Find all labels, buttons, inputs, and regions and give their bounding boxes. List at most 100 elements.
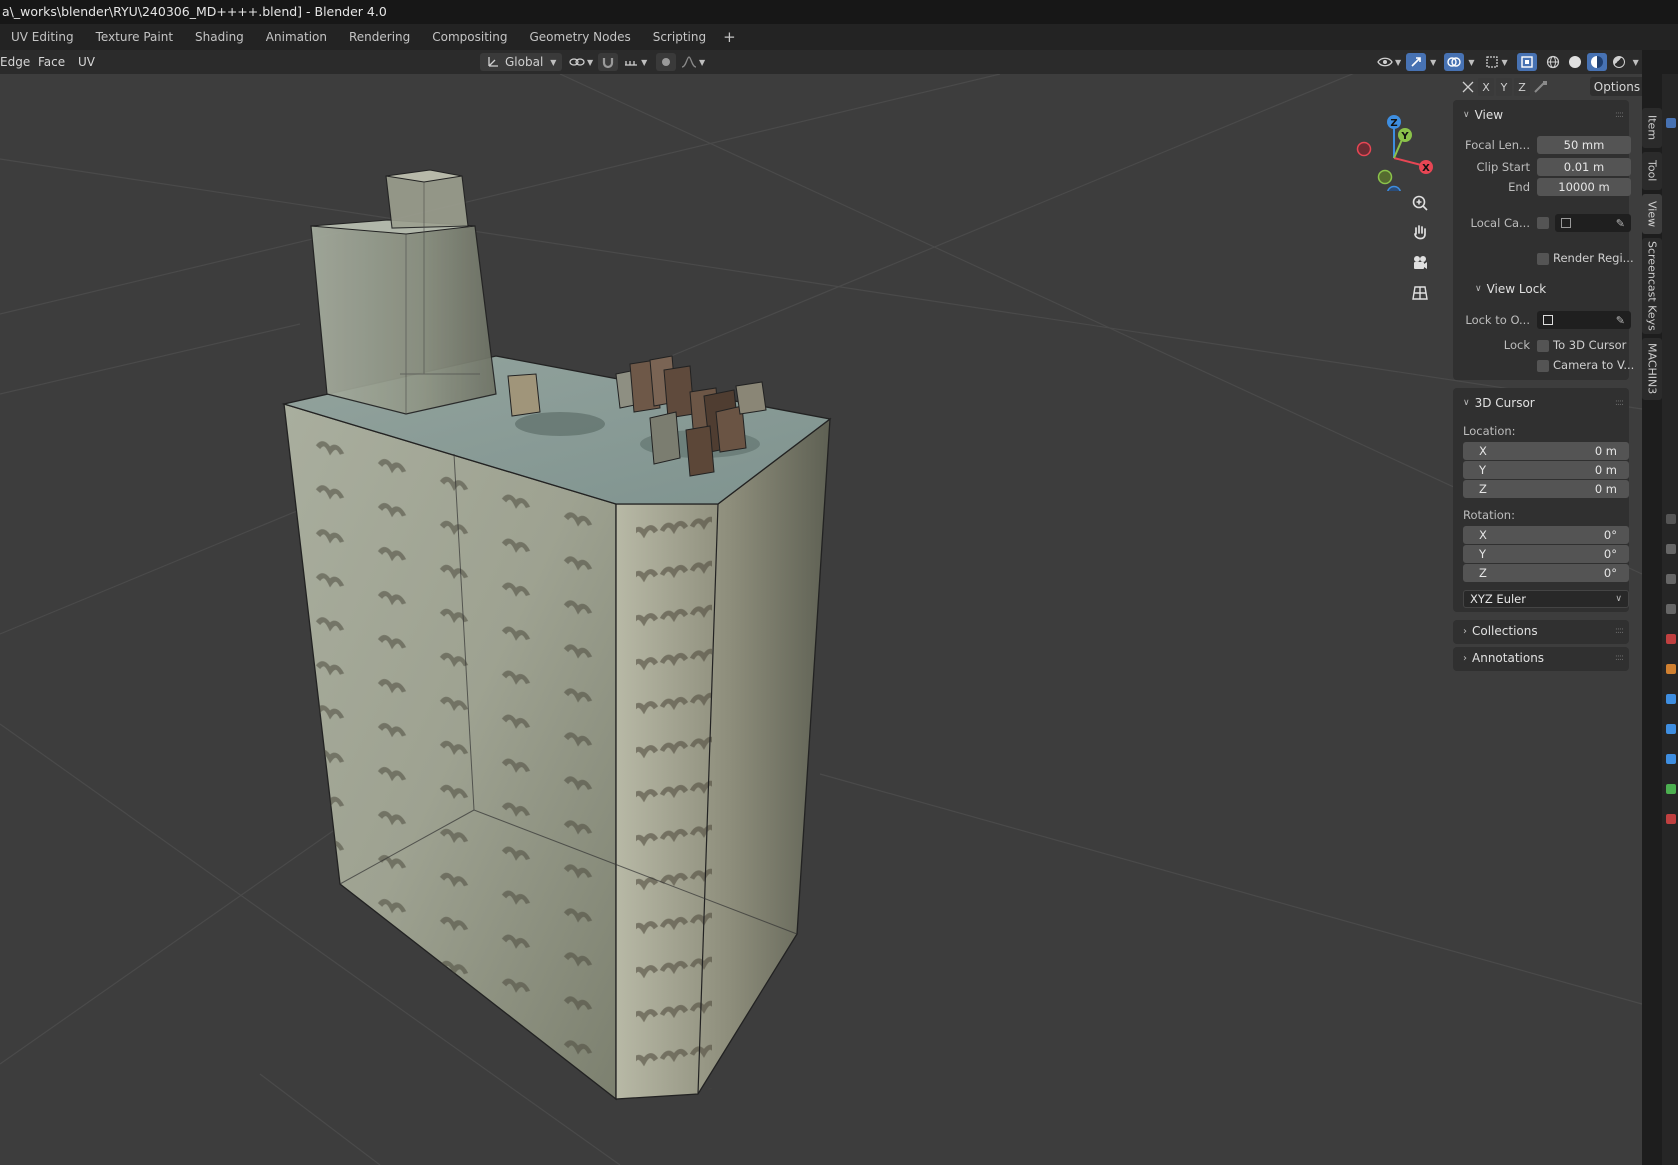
chevron-down-icon[interactable]: ▼ [1468, 58, 1474, 67]
collections-panel[interactable]: › Collections :::: [1453, 620, 1629, 644]
focal-length-field[interactable]: 50 mm [1537, 136, 1631, 154]
mirror-z-toggle[interactable]: Z [1514, 78, 1530, 96]
sidebar-tab-item[interactable]: Item [1642, 108, 1662, 148]
rotation-mode-dropdown[interactable]: XYZ Euler ∨ [1463, 590, 1629, 608]
view-panel-title: View [1474, 108, 1504, 122]
tab-geometry-nodes[interactable]: Geometry Nodes [518, 24, 641, 50]
cursor-rotation-z-field[interactable]: Z 0° [1463, 564, 1629, 582]
eyedropper-icon[interactable]: ✎ [1616, 217, 1625, 230]
eyedropper-icon[interactable]: ✎ [1616, 314, 1625, 327]
cursor-location-z-field[interactable]: Z 0 m [1463, 480, 1629, 498]
options-dropdown[interactable]: Options ▼ [1590, 77, 1642, 96]
proportional-edit-toggle[interactable] [656, 53, 676, 71]
tab-compositing[interactable]: Compositing [421, 24, 518, 50]
menu-edge[interactable]: Edge [0, 50, 30, 74]
menu-uv[interactable]: UV [78, 50, 95, 74]
lock-to-3d-cursor-checkbox[interactable] [1537, 340, 1549, 352]
sidebar-tab-view[interactable]: View [1642, 194, 1662, 234]
view-layer-properties-icon[interactable] [1666, 574, 1676, 584]
perspective-toggle-button[interactable] [1407, 280, 1433, 306]
chevron-down-icon: ▼ [550, 57, 557, 67]
local-camera-object-field[interactable]: ✎ [1555, 214, 1631, 232]
chevron-down-icon: ∨ [1463, 110, 1470, 120]
world-properties-icon[interactable] [1666, 634, 1676, 644]
chevron-right-icon: › [1463, 652, 1467, 664]
cursor-rotation-y-field[interactable]: Y 0° [1463, 545, 1629, 563]
annotations-header[interactable]: › Annotations [1463, 651, 1544, 665]
shading-material-button[interactable] [1586, 53, 1607, 71]
drag-handle-icon[interactable]: :::: [1615, 653, 1624, 663]
camera-to-view-checkbox[interactable] [1537, 360, 1549, 372]
lock-to-object-field[interactable]: ✎ [1537, 311, 1631, 329]
snap-toggle[interactable] [598, 53, 619, 71]
xray-toggle[interactable] [1516, 53, 1537, 71]
physics-properties-icon[interactable] [1666, 754, 1676, 764]
sidebar-tab-tool[interactable]: Tool [1642, 152, 1662, 190]
gizmo-z-label: Z [1390, 118, 1397, 129]
tool-properties-icon[interactable] [1666, 118, 1676, 128]
camera-view-button[interactable] [1407, 250, 1433, 276]
scene-properties-icon[interactable] [1666, 604, 1676, 614]
view-lock-header[interactable]: ∨ View Lock [1475, 282, 1546, 296]
render-properties-icon[interactable] [1666, 514, 1676, 524]
tab-uv-editing[interactable]: UV Editing [0, 24, 85, 50]
gizmo-toggle[interactable] [1406, 53, 1427, 71]
drag-handle-icon[interactable]: :::: [1615, 398, 1624, 408]
tab-rendering[interactable]: Rendering [338, 24, 421, 50]
cursor-location-y-field[interactable]: Y 0 m [1463, 461, 1629, 479]
annotations-panel[interactable]: › Annotations :::: [1453, 647, 1629, 671]
tab-shading[interactable]: Shading [184, 24, 255, 50]
proportional-falloff-dropdown[interactable]: ▼ [678, 53, 708, 71]
object-properties-icon[interactable] [1666, 664, 1676, 674]
gizmo-neg-x-handle [1356, 141, 1372, 157]
brush-icon[interactable] [1532, 79, 1550, 95]
navigation-gizmo[interactable]: Z Y X [1355, 111, 1435, 191]
shading-rendered-button[interactable] [1609, 53, 1629, 71]
mesh-edit-overlays-dropdown[interactable]: ▼ [1482, 53, 1510, 71]
cursor-rotation-x-field[interactable]: X 0° [1463, 526, 1629, 544]
pan-button[interactable] [1407, 220, 1433, 246]
output-properties-icon[interactable] [1666, 544, 1676, 554]
3d-cursor-header[interactable]: ∨ 3D Cursor [1463, 396, 1535, 410]
viewport-scene[interactable] [0, 74, 1642, 1165]
mirror-x-toggle[interactable]: X [1478, 78, 1494, 96]
sidebar-tab-screencast-keys[interactable]: Screencast Keys [1642, 238, 1662, 334]
tab-texture-paint[interactable]: Texture Paint [85, 24, 184, 50]
tab-scripting[interactable]: Scripting [642, 24, 717, 50]
snap-target-dropdown[interactable]: ▼ [620, 53, 650, 71]
3d-viewport[interactable]: X Y Z Options ▼ Z Y X [0, 74, 1642, 1165]
clip-end-label: End [1508, 180, 1530, 194]
particles-properties-icon[interactable] [1666, 724, 1676, 734]
clip-start-field[interactable]: 0.01 m [1537, 158, 1631, 176]
transform-orientation-dropdown[interactable]: Global ▼ [480, 53, 563, 71]
zoom-button[interactable] [1407, 190, 1433, 216]
render-region-checkbox[interactable] [1537, 253, 1549, 265]
visibility-dropdown[interactable]: ▼ [1374, 53, 1404, 71]
tab-animation[interactable]: Animation [255, 24, 338, 50]
view-panel-header[interactable]: ∨ View [1463, 108, 1503, 122]
mirror-icon[interactable] [1460, 79, 1476, 95]
chevron-right-icon: › [1463, 625, 1467, 637]
sidebar-tab-machin3[interactable]: MACHIN3 [1642, 338, 1662, 400]
sidebar-tab-item-label: Item [1645, 115, 1659, 141]
drag-handle-icon[interactable]: :::: [1615, 110, 1624, 120]
mirror-y-toggle[interactable]: Y [1496, 78, 1512, 96]
shading-solid-button[interactable] [1565, 53, 1585, 71]
gizmo-neg-z-handle [1387, 185, 1401, 191]
chevron-down-icon[interactable]: ▼ [1633, 58, 1639, 67]
cursor-location-x-field[interactable]: X 0 m [1463, 442, 1629, 460]
drag-handle-icon[interactable]: :::: [1615, 626, 1624, 636]
material-properties-icon[interactable] [1666, 814, 1676, 824]
local-camera-checkbox[interactable] [1537, 217, 1549, 229]
shading-wireframe-button[interactable] [1543, 53, 1563, 71]
data-properties-icon[interactable] [1666, 784, 1676, 794]
chevron-down-icon[interactable]: ▼ [1430, 58, 1436, 67]
collections-header[interactable]: › Collections [1463, 624, 1538, 638]
add-workspace-button[interactable]: + [717, 24, 742, 50]
overlays-toggle[interactable] [1444, 53, 1465, 71]
modifier-properties-icon[interactable] [1666, 694, 1676, 704]
clip-end-field[interactable]: 10000 m [1537, 178, 1631, 196]
pivot-point-button[interactable]: ▼ [566, 53, 596, 71]
value: 0° [1603, 547, 1617, 561]
menu-face[interactable]: Face [38, 50, 65, 74]
